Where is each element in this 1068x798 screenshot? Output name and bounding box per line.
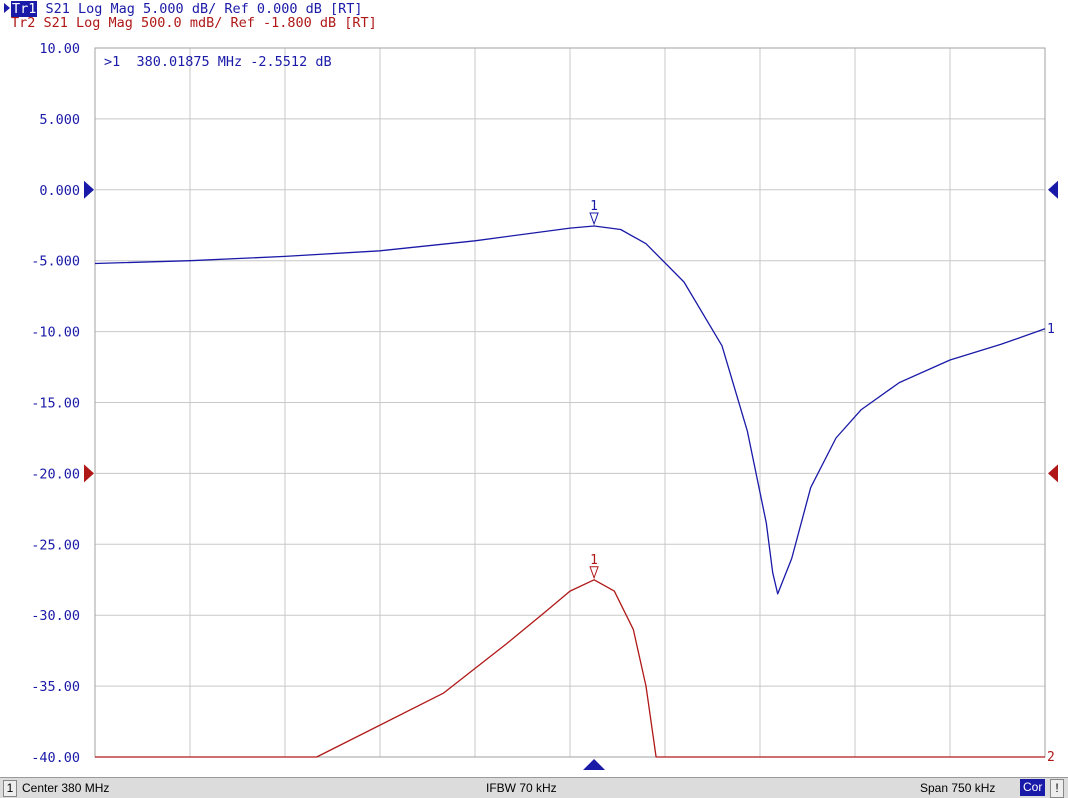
y-tick-label: -30.00 — [31, 608, 80, 624]
y-tick-label: 5.000 — [39, 112, 80, 128]
marker-label: 1 — [590, 553, 598, 568]
y-tick-label: 0.000 — [39, 183, 80, 199]
marker-triangle-icon[interactable] — [589, 566, 599, 580]
y-tick-label: -10.00 — [31, 325, 80, 341]
y-tick-label: 10.00 — [39, 41, 80, 57]
y-tick-label: -15.00 — [31, 396, 80, 412]
marker-label: 1 — [590, 199, 598, 214]
measurement-chart[interactable]: 10.00 5.000 0.000 -5.000 -10.00 -15.00 -20.00 -… — [0, 0, 1068, 777]
reference-level-arrow-icon — [1048, 464, 1058, 483]
marker-triangle-icon[interactable] — [589, 212, 599, 226]
span-frequency[interactable]: Span 750 kHz — [920, 781, 995, 795]
reference-level-arrow-icon — [84, 464, 94, 483]
stimulus-marker-arrow-icon — [583, 759, 606, 770]
y-tick-label: -40.00 — [31, 750, 80, 766]
status-bar: 1 Center 380 MHz IFBW 70 kHz Span 750 kH… — [0, 777, 1068, 798]
marker-readout: >1 380.01875 MHz -2.5512 dB — [104, 54, 332, 70]
chart-grid — [94, 47, 1046, 758]
trace-end-label: 2 — [1047, 750, 1055, 765]
reference-level-arrow-icon — [84, 180, 94, 199]
y-tick-label: -5.000 — [31, 254, 80, 270]
warning-indicator[interactable]: ! — [1050, 779, 1064, 798]
reference-level-arrow-icon — [1048, 180, 1058, 199]
trace-end-label: 1 — [1047, 322, 1055, 337]
y-tick-label: -25.00 — [31, 537, 80, 553]
chart-markers[interactable]: 11 — [589, 199, 599, 580]
y-tick-label: -20.00 — [31, 466, 80, 482]
y-axis-tick-labels: 10.00 5.000 0.000 -5.000 -10.00 -15.00 -20.00 -… — [31, 41, 80, 766]
channel-indicator[interactable]: 1 — [3, 780, 17, 797]
center-frequency[interactable]: Center 380 MHz — [22, 781, 109, 795]
y-tick-label: -35.00 — [31, 679, 80, 695]
correction-indicator[interactable]: Cor — [1020, 779, 1046, 796]
edge-indicators: 12 — [84, 180, 1058, 770]
if-bandwidth[interactable]: IFBW 70 kHz — [486, 781, 557, 795]
